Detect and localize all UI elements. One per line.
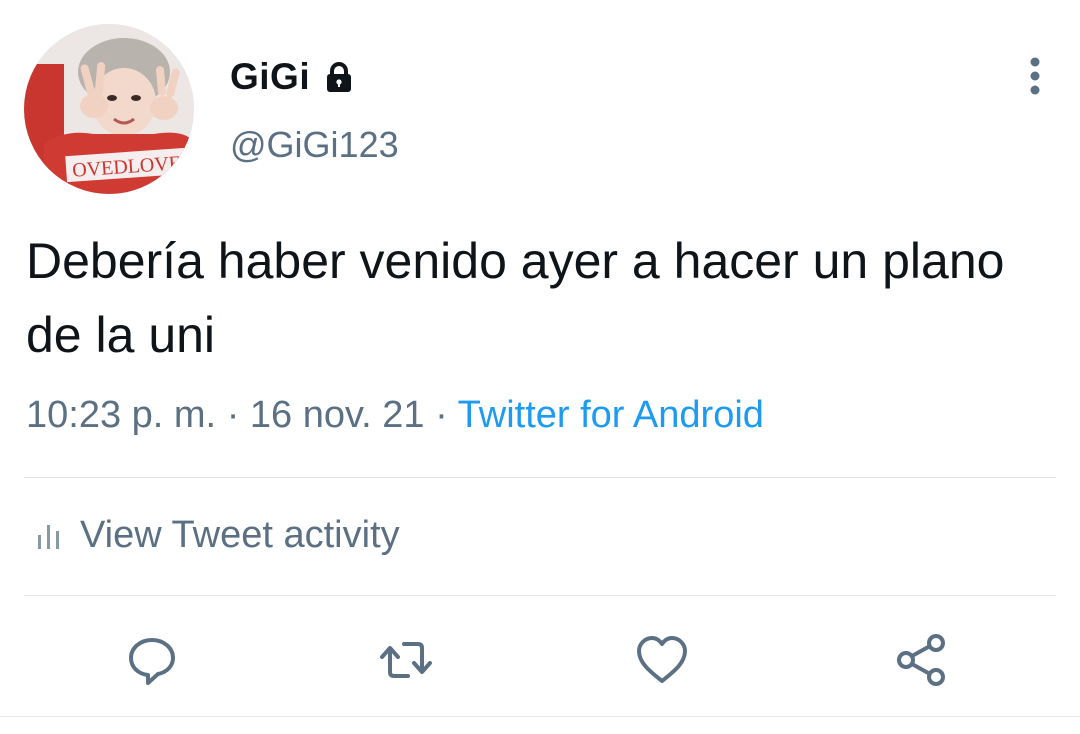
more-options-icon[interactable]	[1018, 56, 1052, 96]
action-bar	[0, 620, 1080, 700]
tweet-text: Debería haber venido ayer a hacer un pla…	[26, 233, 1005, 363]
heart-icon[interactable]	[632, 630, 692, 690]
avatar-image: OVEDLOVE	[24, 24, 194, 194]
view-tweet-activity-label: View Tweet activity	[80, 514, 400, 556]
meta-separator: ·	[226, 394, 240, 436]
analytics-icon	[38, 524, 59, 549]
lock-icon	[327, 62, 352, 92]
tweet-source-link[interactable]: Twitter for Android	[458, 394, 764, 436]
divider	[24, 477, 1056, 478]
avatar[interactable]: OVEDLOVE	[24, 24, 194, 194]
meta-separator: ·	[435, 394, 448, 436]
bottom-divider	[0, 716, 1080, 717]
tweet-meta: 10:23 p. m. · 16 nov. 21 · Twitter for A…	[26, 394, 764, 437]
reply-icon[interactable]	[122, 630, 182, 690]
divider	[24, 595, 1056, 596]
view-tweet-activity-button[interactable]: View Tweet activity	[36, 514, 400, 557]
tweet-date[interactable]: 16 nov. 21	[250, 394, 425, 436]
user-handle[interactable]: @GiGi123	[230, 124, 399, 166]
tweet-detail: OVEDLOVE GiGi @GiGi123 Debería haber ven…	[0, 0, 1080, 734]
tweet-time[interactable]: 10:23 p. m.	[26, 394, 216, 436]
share-icon[interactable]	[892, 630, 952, 690]
display-name-text: GiGi	[230, 56, 311, 97]
display-name[interactable]: GiGi	[230, 56, 356, 98]
retweet-icon[interactable]	[376, 630, 436, 690]
